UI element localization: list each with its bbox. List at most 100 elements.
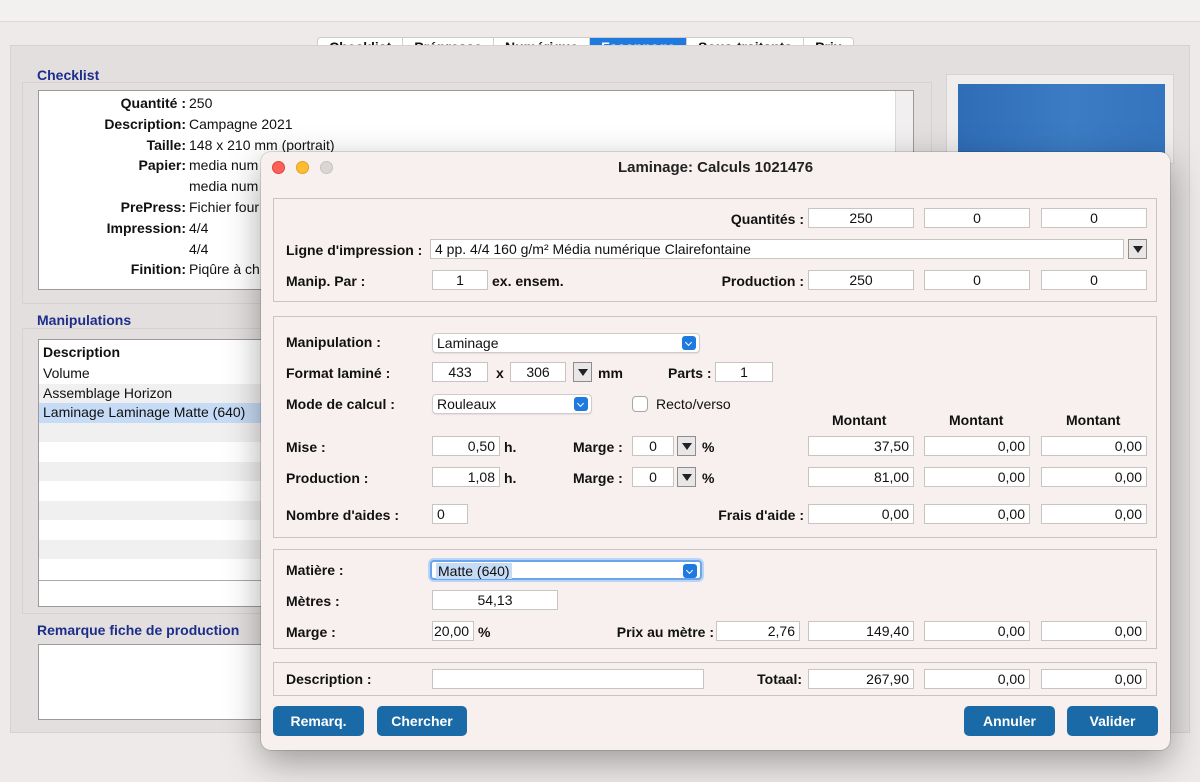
checklist-row-label: Quantité : xyxy=(120,95,186,111)
production-qty-field-3[interactable]: 0 xyxy=(1041,270,1147,290)
recto-verso-checkbox[interactable] xyxy=(632,396,648,412)
quantite-field-3[interactable]: 0 xyxy=(1041,208,1147,228)
format-lamine-label: Format laminé : xyxy=(286,365,391,381)
checklist-row-value: 4/4 xyxy=(189,240,209,257)
dialog-title: Laminage: Calculs 1021476 xyxy=(617,159,814,176)
description-field[interactable] xyxy=(432,669,704,689)
mise-label: Mise : xyxy=(286,439,326,455)
ligne-impression-label: Ligne d'impression : xyxy=(286,242,423,258)
description-label: Description : xyxy=(286,671,372,687)
production-marge-label: Marge : xyxy=(573,470,623,486)
mise-unit: h. xyxy=(504,439,517,455)
checklist-row-value: 250 xyxy=(189,95,213,111)
valider-button[interactable]: Valider xyxy=(1067,706,1158,736)
chercher-button[interactable]: Chercher xyxy=(377,706,467,736)
manipulation-select[interactable]: Laminage xyxy=(432,333,700,353)
manipulation-row[interactable]: Volume xyxy=(39,364,265,384)
matiere-montant-1[interactable]: 149,40 xyxy=(808,621,914,641)
mise-marge-field[interactable]: 0 xyxy=(632,436,674,456)
laminage-dialog: Laminage: Calculs 1021476 Quantités : 25… xyxy=(261,152,1170,750)
manipulation-row[interactable] xyxy=(39,461,265,481)
manipulations-title: Manipulations xyxy=(37,312,132,328)
frais-aide-montant-3[interactable]: 0,00 xyxy=(1041,504,1147,524)
format-dropdown[interactable] xyxy=(573,362,592,382)
remarq-button[interactable]: Remarq. xyxy=(273,706,364,736)
manipulation-row[interactable]: Assemblage Horizon xyxy=(39,383,265,403)
matiere-montant-2[interactable]: 0,00 xyxy=(924,621,1030,641)
manipulation-label: Manipulation : xyxy=(286,334,381,350)
quantites-label: Quantités : xyxy=(730,211,804,227)
manipulation-row[interactable] xyxy=(39,539,265,559)
metres-field[interactable]: 54,13 xyxy=(432,590,558,610)
production-marge-field[interactable]: 0 xyxy=(632,467,674,487)
checklist-row-label: Taille: xyxy=(146,136,186,153)
manipulation-row[interactable] xyxy=(39,481,265,501)
mode-calcul-select[interactable]: Rouleaux xyxy=(432,394,592,414)
remarque-title: Remarque fiche de production xyxy=(37,622,240,638)
mise-percent: % xyxy=(702,439,715,455)
manipulation-row[interactable] xyxy=(39,422,265,442)
mise-marge-label: Marge : xyxy=(573,439,623,455)
manip-par-field[interactable]: 1 xyxy=(432,270,488,290)
checklist-row: Description: Campagne 2021 xyxy=(39,114,639,135)
checklist-row-value: 4/4 xyxy=(189,219,209,236)
frais-aide-montant-1[interactable]: 0,00 xyxy=(808,504,914,524)
total-label: Totaal: xyxy=(757,671,802,687)
remarque-textarea[interactable] xyxy=(38,644,264,720)
manipulation-row[interactable] xyxy=(39,520,265,540)
checklist-title: Checklist xyxy=(37,67,100,83)
production-montant-2[interactable]: 0,00 xyxy=(924,467,1030,487)
checklist-row-label: Description: xyxy=(104,115,186,132)
matiere-label: Matière : xyxy=(286,562,344,578)
checklist-row-label: Finition: xyxy=(130,261,186,278)
manipulation-row[interactable]: Laminage Laminage Matte (640) xyxy=(39,403,265,423)
preview-frame xyxy=(946,74,1174,164)
manipulations-header: Description xyxy=(43,344,121,360)
parts-label: Parts : xyxy=(668,365,712,381)
matiere-marge-label: Marge : xyxy=(286,624,336,640)
checklist-row-value: Campagne 2021 xyxy=(189,115,293,132)
matiere-marge-field[interactable]: 20,00 xyxy=(432,621,474,641)
total-montant-2[interactable]: 0,00 xyxy=(924,669,1030,689)
matiere-montant-3[interactable]: 0,00 xyxy=(1041,621,1147,641)
mise-montant-3[interactable]: 0,00 xyxy=(1041,436,1147,456)
ligne-impression-dropdown[interactable] xyxy=(1128,239,1147,259)
manipulation-select-value: Laminage xyxy=(437,335,499,351)
frais-aide-montant-2[interactable]: 0,00 xyxy=(924,504,1030,524)
manipulation-row[interactable] xyxy=(39,559,265,579)
matiere-marge-percent: % xyxy=(478,624,491,640)
total-montant-3[interactable]: 0,00 xyxy=(1041,669,1147,689)
parts-field[interactable]: 1 xyxy=(715,362,773,382)
production-montant-1[interactable]: 81,00 xyxy=(808,467,914,487)
annuler-button[interactable]: Annuler xyxy=(964,706,1055,736)
total-montant-1[interactable]: 267,90 xyxy=(808,669,914,689)
production-montant-3[interactable]: 0,00 xyxy=(1041,467,1147,487)
production-qty-field-2[interactable]: 0 xyxy=(924,270,1030,290)
production-marge-dropdown[interactable] xyxy=(677,467,696,487)
mise-marge-dropdown[interactable] xyxy=(677,436,696,456)
matiere-group: Matière : Matte (640) Mètres : 54,13 Mar… xyxy=(273,549,1157,649)
checklist-row-value: media num xyxy=(189,157,259,174)
mode-calcul-select-value: Rouleaux xyxy=(437,396,497,412)
matiere-select[interactable]: Matte (640) xyxy=(430,560,702,580)
format-unit: mm xyxy=(598,365,623,381)
mise-hours-field[interactable]: 0,50 xyxy=(432,436,500,456)
production-hours-field[interactable]: 1,08 xyxy=(432,467,500,487)
matiere-select-value: Matte (640) xyxy=(436,563,512,579)
quantite-field-2[interactable]: 0 xyxy=(924,208,1030,228)
checklist-row-label: Impression: xyxy=(106,219,186,236)
ligne-impression-field[interactable]: 4 pp. 4/4 160 g/m² Média numérique Clair… xyxy=(430,239,1124,259)
nombre-aides-field[interactable]: 0 xyxy=(432,504,468,524)
quantite-field-1[interactable]: 250 xyxy=(808,208,914,228)
production-qty-field-1[interactable]: 250 xyxy=(808,270,914,290)
mise-montant-2[interactable]: 0,00 xyxy=(924,436,1030,456)
manipulation-row[interactable] xyxy=(39,442,265,462)
montant-header-3: Montant xyxy=(1066,412,1121,428)
window-top-strip xyxy=(0,0,1200,22)
manipulation-row[interactable] xyxy=(39,500,265,520)
format-height-field[interactable]: 306 xyxy=(510,362,566,382)
format-width-field[interactable]: 433 xyxy=(432,362,488,382)
prix-metre-field[interactable]: 2,76 xyxy=(716,621,800,641)
format-times-sign: x xyxy=(496,365,504,381)
mise-montant-1[interactable]: 37,50 xyxy=(808,436,914,456)
